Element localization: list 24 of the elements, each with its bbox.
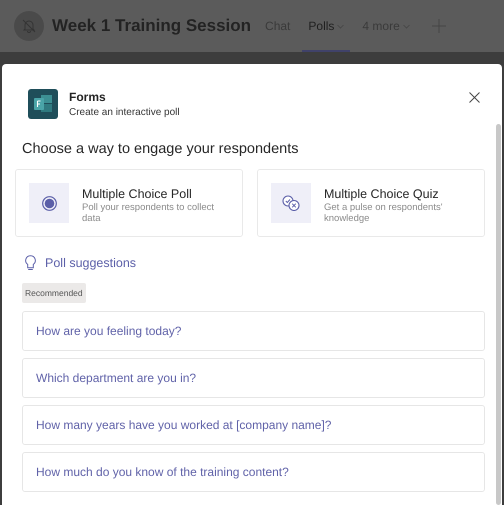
suggestion-item[interactable]: Which department are you in? [22,358,485,398]
scrollbar-thumb[interactable] [496,124,500,505]
option-description: Poll your respondents to collect data [82,202,216,224]
app-subtitle: Create an interactive poll [69,107,180,118]
section-title: Poll suggestions [45,256,136,270]
option-card[interactable]: Multiple Choice Poll Poll your respondents to collect data [15,169,243,237]
recommended-tag: Recommended [22,283,86,303]
lightbulb-icon [25,255,36,271]
option-title: Multiple Choice Quiz [324,187,440,201]
suggestion-item[interactable]: How much do you know of the training content? [22,452,485,492]
muted-bell-icon [21,18,37,34]
option-title: Multiple Choice Poll [82,187,193,201]
section-heading: Choose a way to engage your respondents [22,141,300,157]
option-description: Get a pulse on respondents' knowledge [324,202,444,224]
close-button[interactable] [469,92,480,102]
option-card[interactable]: Multiple Choice Quiz Get a pulse on respondents' knowledge [257,169,485,237]
forms-logo-icon [28,89,58,119]
suggestion-item[interactable]: How are you feeling today? [22,311,485,351]
app-name: Forms [69,90,107,104]
close-icon [469,92,480,102]
radio-button-icon [42,196,56,210]
quiz-icon [282,195,300,211]
suggestion-item[interactable]: How many years have you worked at [company name]? [22,405,485,445]
meeting-title: Week 1 Training Session [52,16,252,36]
